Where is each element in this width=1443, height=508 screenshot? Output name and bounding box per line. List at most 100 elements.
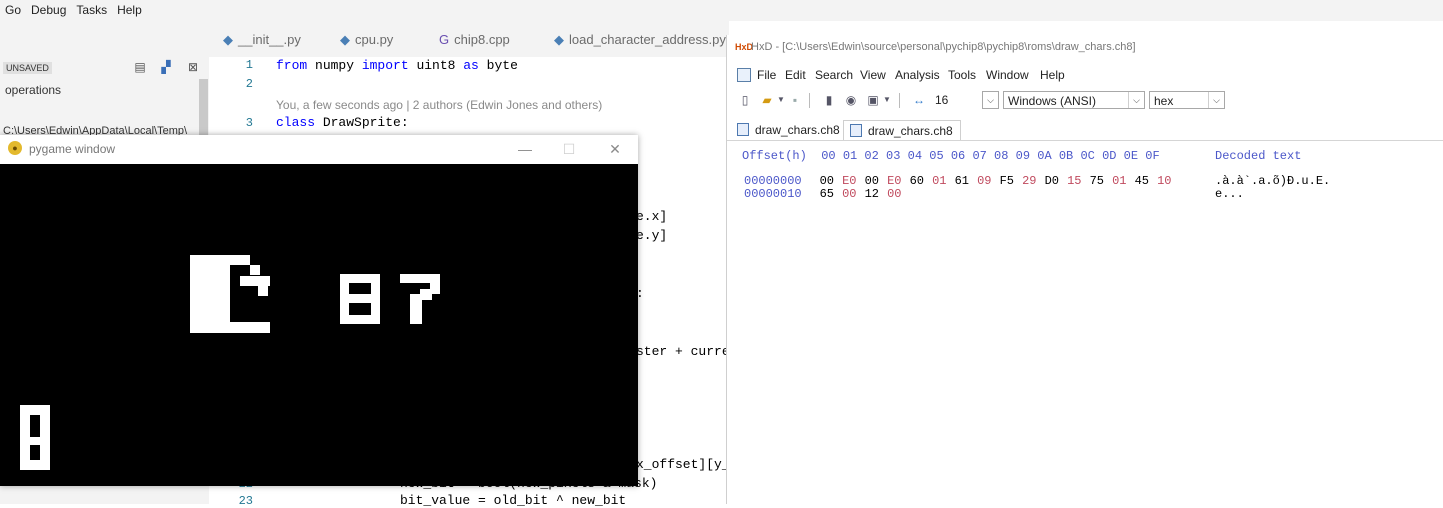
minimize-button[interactable]: — — [510, 138, 540, 160]
save-all-icon[interactable]: ▞ — [159, 60, 173, 74]
hex-byte[interactable]: 01 — [932, 174, 950, 188]
hex-byte[interactable]: 29 — [1022, 174, 1040, 188]
hex-byte[interactable]: 75 — [1090, 174, 1108, 188]
tab-chip8-cpp[interactable]: Gchip8.cpp — [439, 21, 510, 57]
disk-icon[interactable]: ◉ — [843, 92, 859, 108]
sprite-b-pixels — [20, 437, 50, 445]
tab-load-character-address-py[interactable]: ◆ load_character_address.py — [554, 21, 726, 57]
line-number: 2 — [245, 77, 253, 91]
save-icon[interactable]: ▪ — [787, 92, 803, 108]
hex-byte[interactable]: 12 — [865, 187, 883, 201]
hex-byte[interactable]: D0 — [1045, 174, 1063, 188]
hex-byte[interactable]: 65 — [820, 187, 838, 201]
hex-byte[interactable]: 00 — [865, 174, 883, 188]
hxd-logo-icon: HxD — [735, 42, 754, 52]
sidebar-item-operations[interactable]: operations — [5, 83, 61, 97]
tab-init-py[interactable]: ◆ __init__.py — [223, 21, 301, 57]
menu-window[interactable]: Window — [986, 68, 1029, 82]
bytes-per-row-select[interactable]: 16 ⌵ — [931, 91, 999, 109]
hex-byte[interactable]: 00 — [820, 174, 838, 188]
line-number: 23 — [238, 494, 253, 508]
pygame-canvas[interactable] — [0, 164, 638, 486]
close-all-icon[interactable]: ⊠ — [186, 60, 200, 74]
code-text: byte — [478, 58, 518, 73]
unsaved-badge: UNSAVED — [3, 62, 52, 74]
hex-byte[interactable]: 00 — [887, 187, 905, 201]
hex-row[interactable]: 00000010 65 00 12 00 — [744, 187, 910, 201]
menu-search[interactable]: Search — [815, 68, 853, 82]
menu-bar: Go Debug Tasks Help — [0, 0, 1443, 21]
pygame-snake-icon: ● — [8, 141, 22, 155]
sprite-b-pixels — [20, 460, 50, 470]
menu-tasks[interactable]: Tasks — [71, 0, 112, 17]
column-header: 00 01 02 03 04 05 06 07 08 09 0A 0B 0C 0… — [821, 149, 1160, 163]
tab-label: draw_chars.ch8 — [868, 124, 953, 138]
hxd-menu-bar: File Edit Search View Analysis Tools Win… — [727, 67, 1443, 85]
hxd-window: HxD HxD - [C:\Users\Edwin\source\persona… — [726, 35, 1443, 504]
hxd-toolbar: ▯ ▰ ▼ ▪ ▮ ◉ ▣ ▼ ↔ 16 ⌵ Windows (ANSI) ⌵ he… — [727, 89, 1443, 113]
decoded-text-row[interactable]: e... — [1215, 187, 1244, 201]
menu-debug[interactable]: Debug — [26, 0, 71, 17]
code-line: class DrawSprite: — [276, 115, 409, 130]
sprite-e-pixels — [230, 255, 250, 265]
display-mode-value: hex — [1154, 94, 1174, 108]
hex-byte[interactable]: 00 — [842, 187, 860, 201]
close-button[interactable]: ✕ — [600, 138, 630, 160]
hex-byte[interactable]: 61 — [955, 174, 973, 188]
pygame-title-bar[interactable]: ● pygame window — ☐ ✕ — [0, 135, 638, 164]
hex-view[interactable]: Offset(h) 00 01 02 03 04 05 06 07 08 09 … — [727, 147, 1443, 504]
hex-byte[interactable]: E0 — [887, 174, 905, 188]
hex-byte[interactable]: 09 — [977, 174, 995, 188]
menu-view[interactable]: View — [860, 68, 886, 82]
hex-byte[interactable]: 15 — [1067, 174, 1085, 188]
sprite-8-pixels — [340, 294, 380, 303]
decoded-text-row[interactable]: .à.à`.a.õ)Ð.u.E. — [1215, 174, 1330, 188]
hex-byte[interactable]: 45 — [1135, 174, 1153, 188]
keyword: from — [276, 58, 308, 73]
pygame-window: ● pygame window — ☐ ✕ — [0, 135, 638, 486]
display-mode-select[interactable]: hex ⌵ — [1149, 91, 1225, 109]
menu-help[interactable]: Help — [112, 0, 147, 17]
chevron-down-icon: ⌵ — [982, 91, 999, 109]
chevron-down-icon: ⌵ — [1208, 92, 1224, 108]
menu-edit[interactable]: Edit — [785, 68, 806, 82]
code-text: numpy — [307, 58, 362, 73]
menu-analysis[interactable]: Analysis — [895, 68, 940, 82]
sprite-e-pixels — [230, 322, 270, 333]
hex-byte[interactable]: F5 — [1000, 174, 1018, 188]
collapse-icon[interactable]: ▤ — [133, 60, 147, 74]
hex-byte[interactable]: E0 — [842, 174, 860, 188]
sprite-e-pixels — [250, 265, 260, 275]
sprite-e-pixels — [258, 286, 268, 296]
hex-byte[interactable]: 60 — [910, 174, 928, 188]
file-icon — [737, 68, 751, 82]
keyword: class — [276, 115, 316, 130]
tab-label: chip8.cpp — [454, 32, 510, 47]
git-blame-annotation[interactable]: You, a few seconds ago | 2 authors (Edwi… — [276, 98, 602, 112]
dropdown-arrow-icon[interactable]: ▼ — [879, 92, 895, 108]
maximize-button[interactable]: ☐ — [554, 138, 584, 160]
hex-byte[interactable]: 10 — [1157, 174, 1175, 188]
menu-go[interactable]: Go — [0, 0, 26, 17]
hex-row[interactable]: 00000000 00 E0 00 E0 60 01 61 09 F5 29 D0 15 75 01 45 10 — [744, 174, 1180, 188]
chevron-down-icon: ⌵ — [1128, 92, 1144, 108]
hxd-tab-draw-chars-1[interactable]: draw_chars.ch8 — [731, 120, 841, 140]
tab-cpu-py[interactable]: ◆ cpu.py — [340, 21, 393, 57]
menu-help[interactable]: Help — [1040, 68, 1065, 82]
hxd-tab-draw-chars-2[interactable]: draw_chars.ch8 — [843, 120, 961, 140]
new-file-icon[interactable]: ▯ — [737, 92, 753, 108]
code-line: from numpy import uint8 as byte — [276, 58, 518, 73]
bytes-per-row-icon: ↔ — [913, 93, 925, 107]
hex-byte[interactable]: 01 — [1112, 174, 1130, 188]
tab-label: draw_chars.ch8 — [755, 123, 840, 137]
code-fragment: bit_value = old_bit ^ new_bit — [400, 493, 627, 508]
row-offset: 00000000 — [744, 174, 802, 188]
menu-file[interactable]: File — [757, 68, 776, 82]
menu-tools[interactable]: Tools — [948, 68, 976, 82]
hxd-title-bar[interactable]: HxD HxD - [C:\Users\Edwin\source\persona… — [727, 35, 1443, 61]
row-offset: 00000010 — [744, 187, 802, 201]
hex-header: Offset(h) 00 01 02 03 04 05 06 07 08 09 … — [742, 149, 1160, 163]
ram-icon[interactable]: ▮ — [821, 92, 837, 108]
code-fragment: e.y] — [636, 228, 668, 243]
charset-select[interactable]: Windows (ANSI) ⌵ — [1003, 91, 1145, 109]
